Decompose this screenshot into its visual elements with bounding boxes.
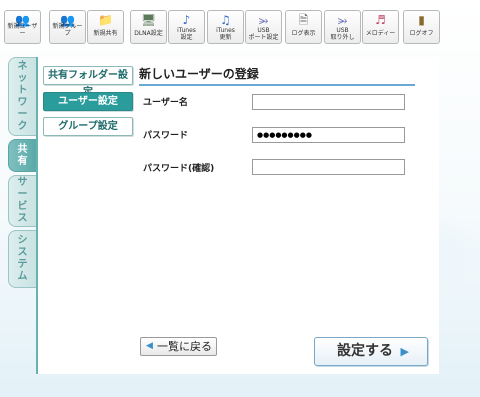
- tab-char: ー: [17, 108, 28, 120]
- password-confirm-input[interactable]: [252, 159, 405, 175]
- toolbar-button-9[interactable]: ♬ メロディー: [362, 10, 399, 44]
- toolbar-button-5[interactable]: ♫ iTunes 更新: [207, 10, 244, 44]
- username-input[interactable]: [252, 94, 405, 110]
- toolbar-button-label: ログオフ: [409, 30, 434, 37]
- tab-char: ッ: [17, 72, 28, 84]
- tab-char: ー: [17, 189, 28, 200]
- toolbar-button-label: 新規共有: [93, 30, 118, 37]
- toolbar-button-1[interactable]: 👥 新規グループ: [49, 10, 86, 44]
- back-to-list-button[interactable]: ◀ 一覧に戻る: [140, 337, 217, 356]
- toolbar-button-label: iTunes 更新: [216, 27, 235, 41]
- tab-char: ム: [17, 271, 28, 282]
- usb-remove-icon: ⭃: [337, 13, 348, 27]
- tab-char: テ: [17, 259, 28, 270]
- toolbar-button-6[interactable]: ⭃ USB ポート設定: [245, 10, 282, 44]
- password-confirm-label: パスワード(確認): [143, 164, 215, 174]
- toolbar-button-label: DLNA設定: [134, 30, 163, 37]
- toolbar-button-label: ログ表示: [291, 30, 316, 37]
- page-title: 新しいユーザーの登録: [139, 66, 415, 86]
- usb-icon: ⭃: [258, 13, 269, 27]
- log-icon: 🗎: [298, 13, 309, 27]
- arrow-left-icon: ◀: [146, 341, 153, 351]
- toolbar-button-8[interactable]: ⭃ USB 取り外し: [324, 10, 361, 44]
- toolbar-button-label: 新規ユーザー: [7, 23, 38, 37]
- password-label: パスワード: [143, 131, 189, 141]
- tab-char: シ: [17, 235, 28, 246]
- tab-char: サ: [17, 177, 28, 188]
- toolbar-button-label: 新規グループ: [52, 23, 83, 37]
- tab-char: ワ: [17, 96, 28, 108]
- tab-service[interactable]: サービス: [8, 175, 36, 227]
- password-input[interactable]: ●●●●●●●●●: [252, 127, 405, 143]
- toolbar-button-label: USB ポート設定: [248, 27, 279, 41]
- dlna-icon: 🖥: [140, 13, 157, 27]
- subnav-shared-folder-settings[interactable]: 共有フォルダー設定: [43, 66, 133, 98]
- melody-icon: ♬: [375, 13, 386, 27]
- music-notes-icon: ♫: [220, 13, 231, 27]
- subnav-group-settings[interactable]: グループ設定: [43, 117, 133, 136]
- toolbar-button-4[interactable]: ♪ iTunes 設定: [168, 10, 205, 44]
- tab-char: ト: [17, 84, 28, 96]
- username-label: ユーザー名: [143, 98, 188, 108]
- music-note-icon: ♪: [182, 13, 191, 27]
- toolbar-button-label: iTunes 設定: [177, 27, 196, 41]
- tab-char: ク: [17, 120, 28, 132]
- tab-char: ス: [17, 213, 28, 224]
- toolbar-button-label: USB 取り外し: [330, 27, 355, 41]
- toolbar-button-7[interactable]: 🗎 ログ表示: [285, 10, 322, 44]
- tab-char: ビ: [17, 201, 28, 212]
- submit-button[interactable]: 設定する ▶: [314, 337, 428, 366]
- tab-char: ネ: [17, 60, 28, 72]
- toolbar-button-0[interactable]: 👥 新規ユーザー: [4, 10, 41, 44]
- toolbar-button-label: メロディー: [365, 30, 396, 37]
- toolbar-button-10[interactable]: ▮ ログオフ: [403, 10, 440, 44]
- submit-button-label: 設定する: [337, 343, 393, 359]
- arrow-right-icon: ▶: [400, 345, 409, 358]
- tab-system[interactable]: システム: [8, 230, 36, 288]
- toolbar-button-3[interactable]: 🖥 DLNA設定: [130, 10, 167, 44]
- folder-icon: 📁: [98, 13, 113, 27]
- tab-char: ス: [17, 247, 28, 258]
- tab-share[interactable]: 共有: [8, 139, 36, 172]
- tab-network[interactable]: ネットワーク: [8, 57, 36, 136]
- back-button-label: 一覧に戻る: [157, 340, 212, 353]
- toolbar-button-2[interactable]: 📁 新規共有: [87, 10, 124, 44]
- tab-char: 有: [17, 155, 28, 167]
- subnav-user-settings[interactable]: ユーザー設定: [43, 92, 133, 111]
- tab-char: 共: [17, 143, 28, 155]
- logoff-icon: ▮: [418, 13, 425, 27]
